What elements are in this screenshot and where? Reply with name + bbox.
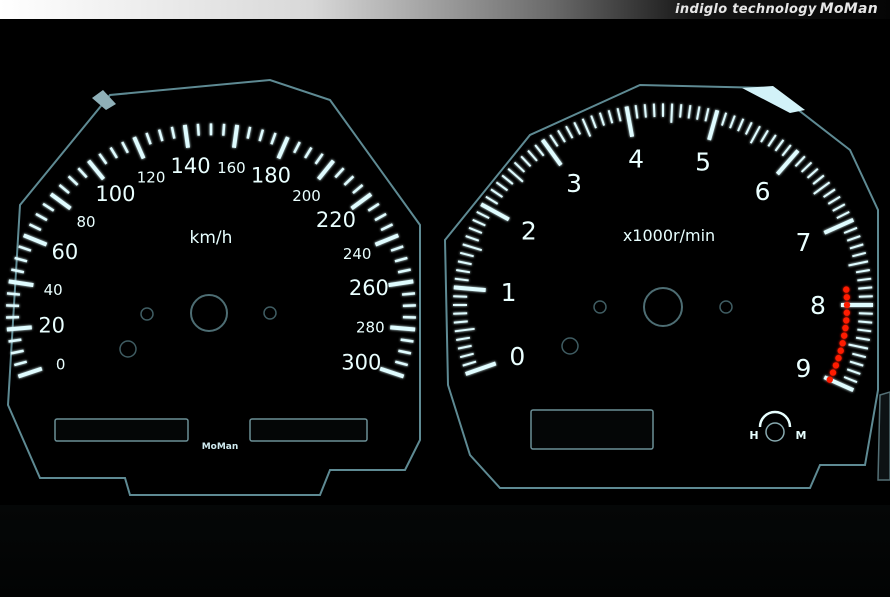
tachometer-tick <box>858 312 873 315</box>
tachometer-unit: x1000r/min <box>623 226 715 245</box>
tachometer-screw-left <box>593 300 607 314</box>
redline-mark <box>835 354 842 362</box>
redline-mark <box>843 309 851 316</box>
redline-mark <box>826 376 833 383</box>
tachometer-tick <box>858 320 873 324</box>
tachometer-scale-label: 7 <box>796 228 812 257</box>
speedometer-tick <box>6 325 32 332</box>
tachometer-scale-label: 3 <box>566 169 582 198</box>
speedometer-tick <box>222 123 226 136</box>
temperature-gauge-hub <box>765 422 785 442</box>
tachometer-scale-label: 2 <box>521 217 537 246</box>
speedometer-screw-right <box>263 306 277 320</box>
speedometer-tick <box>401 292 416 296</box>
speedometer-hole <box>119 340 137 358</box>
tachometer-scale-label: 5 <box>695 147 711 176</box>
tachometer-scale-label: 4 <box>628 144 644 173</box>
tachometer-scale-label: 1 <box>501 278 517 307</box>
redline-mark <box>829 369 837 376</box>
speedometer-scale-label: 240 <box>343 245 372 263</box>
speedometer-scale-label: 80 <box>77 213 96 231</box>
speedometer-scale-label: 20 <box>38 314 65 338</box>
tachometer-tick <box>858 295 873 298</box>
tachometer-tick <box>643 104 647 118</box>
speedometer-unit: km/h <box>190 228 233 248</box>
speedometer-scale-label: 260 <box>349 276 389 300</box>
tachometer-scale-label: 6 <box>755 177 771 206</box>
speedometer-scale-label: 0 <box>56 355 66 373</box>
redline-mark <box>843 301 851 309</box>
tachometer-tick <box>453 320 468 324</box>
speedometer-scale-label: 60 <box>51 240 78 264</box>
tachometer-tick <box>652 103 656 118</box>
speedometer-scale-label: 140 <box>171 154 211 178</box>
speedometer-scale-label: 180 <box>251 164 291 188</box>
indicator-window <box>530 409 654 450</box>
tachometer-screw-right <box>719 300 733 314</box>
speedometer-tick <box>196 123 200 136</box>
speedometer-scale-label: 280 <box>356 319 385 337</box>
tachometer-needle-hub <box>643 287 683 327</box>
tachometer-scale-label: 9 <box>796 354 812 383</box>
tachometer-tick <box>858 286 873 290</box>
redline-mark <box>839 340 846 347</box>
right-panel-edge <box>877 391 890 481</box>
instrument-cluster: 020406080100120 140 160 1802002202402602803… <box>6 78 890 496</box>
redline-mark <box>842 324 849 332</box>
speedometer-scale-label: 300 <box>341 350 381 374</box>
speedometer-scale-label: 160 <box>217 159 246 177</box>
redline-mark <box>832 362 840 369</box>
tachometer-tick <box>679 104 683 118</box>
redline-mark <box>843 294 851 301</box>
redline-mark <box>843 286 850 293</box>
temperature-high-label: H <box>749 429 758 442</box>
speedometer-scale-label: 220 <box>316 208 356 232</box>
speedometer-logo: MoMan <box>202 442 239 452</box>
tachometer-hole <box>561 337 579 355</box>
odometer-window-left <box>54 418 189 442</box>
temperature-low-label: M <box>796 429 807 442</box>
tachometer-tick <box>453 285 486 293</box>
speedometer-tick <box>390 325 416 332</box>
tachometer-scale-label: 0 <box>509 342 525 371</box>
tachometer-tick <box>670 103 674 123</box>
speedometer-screw-left <box>140 307 154 321</box>
speedometer-needle-hub <box>190 294 228 332</box>
tachometer-tick <box>453 295 468 298</box>
tachometer-tick <box>453 312 468 315</box>
odometer-window-right <box>249 418 368 442</box>
speedometer-scale-label: 40 <box>44 281 63 299</box>
redline-mark <box>841 332 848 339</box>
speedometer-tick <box>6 292 21 296</box>
speedometer-scale-label: 200 <box>292 187 321 205</box>
speedometer-scale-label: 100 <box>95 182 135 206</box>
redline-mark <box>837 347 844 354</box>
speedometer-scale-label: 120 <box>137 169 166 187</box>
redline-mark <box>843 317 850 324</box>
tachometer-scale-label: 8 <box>810 291 826 320</box>
